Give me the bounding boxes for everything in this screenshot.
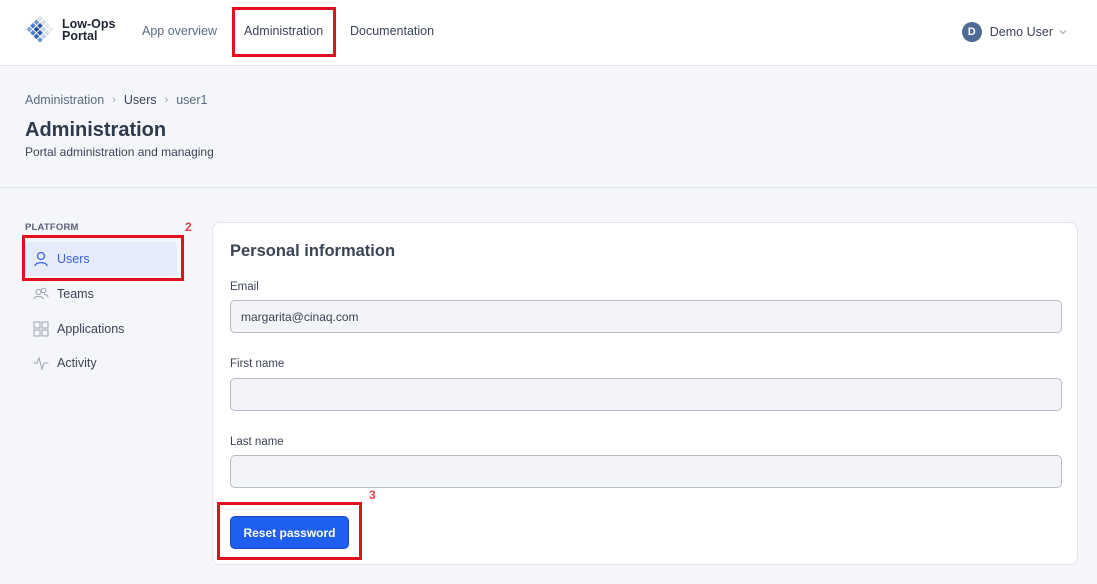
last-name-label: Last name xyxy=(230,436,284,448)
email-label: Email xyxy=(230,281,259,293)
last-name-field[interactable] xyxy=(230,455,1062,488)
first-name-label: First name xyxy=(230,358,285,370)
user-menu[interactable]: D Demo User xyxy=(961,22,1067,42)
annotation-box-nav xyxy=(232,7,336,57)
page-subtitle: Portal administration and managing xyxy=(25,145,214,159)
sidebar-item-label: Teams xyxy=(57,287,94,301)
user-name: Demo User xyxy=(989,25,1053,39)
grid-icon xyxy=(33,321,49,337)
sidebar-section-platform: PLATFORM xyxy=(25,222,79,233)
team-icon xyxy=(33,287,49,300)
email-field[interactable] xyxy=(230,300,1062,333)
breadcrumb-user1: user1 xyxy=(176,93,208,107)
sidebar-item-activity[interactable]: Activity xyxy=(25,346,177,380)
nav-documentation[interactable]: Documentation xyxy=(350,24,434,38)
first-name-field[interactable] xyxy=(230,378,1062,411)
annotation-number-3: 3 xyxy=(369,488,376,502)
sidebar: PLATFORM Users Teams Applications Activi… xyxy=(25,222,185,371)
page-header: Administration › Users › user1 Administr… xyxy=(0,66,1097,188)
breadcrumb-separator-icon: › xyxy=(164,94,169,106)
logo[interactable]: Low-Ops Portal xyxy=(24,14,115,46)
breadcrumb-separator-icon: › xyxy=(112,94,116,106)
annotation-box-users xyxy=(22,235,184,281)
sidebar-item-label: Applications xyxy=(57,322,125,336)
page-title: Administration xyxy=(25,119,167,141)
logo-icon xyxy=(26,15,54,43)
sidebar-item-applications[interactable]: Applications xyxy=(25,312,177,346)
annotation-number-2: 2 xyxy=(185,220,192,234)
breadcrumb-users[interactable]: Users xyxy=(124,93,157,107)
card-title: Personal information xyxy=(230,242,396,260)
annotation-box-reset xyxy=(217,502,362,560)
avatar: D xyxy=(961,22,982,42)
sidebar-item-label: Activity xyxy=(57,356,97,370)
breadcrumb-administration[interactable]: Administration xyxy=(25,93,104,107)
breadcrumb: Administration › Users › user1 xyxy=(25,93,207,107)
top-navbar: Low-Ops Portal App overview Administrati… xyxy=(0,0,1097,66)
sidebar-item-teams[interactable]: Teams xyxy=(25,277,177,311)
logo-text: Low-Ops Portal xyxy=(62,18,115,43)
nav-app-overview[interactable]: App overview xyxy=(142,24,217,38)
chevron-down-icon xyxy=(1059,30,1067,35)
activity-icon xyxy=(33,356,49,371)
logo-line-2: Portal xyxy=(62,29,98,43)
